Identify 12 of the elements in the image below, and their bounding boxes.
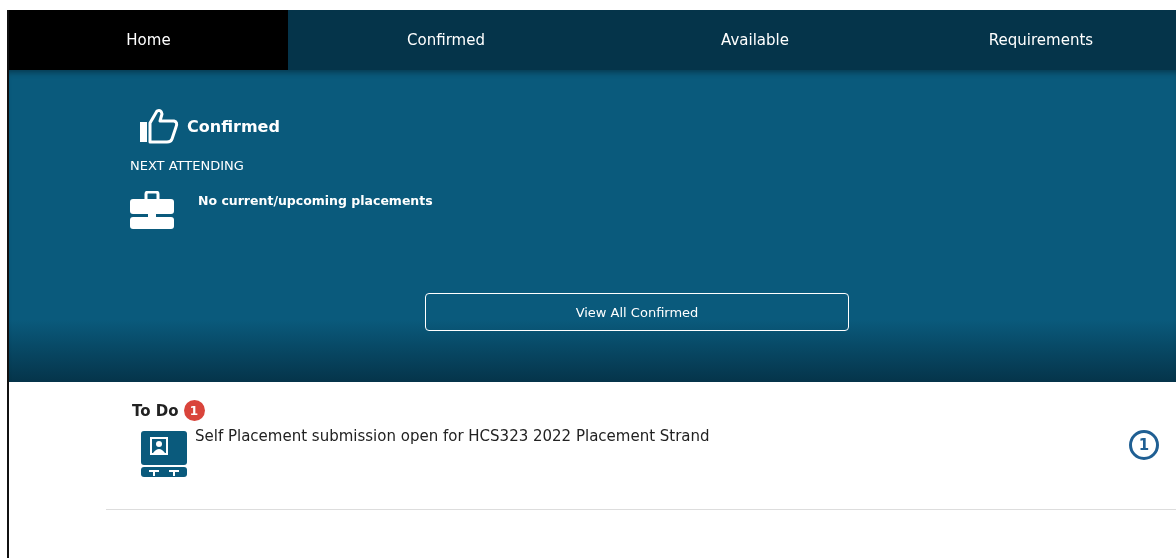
- count-badge: 1: [183, 400, 205, 421]
- todo-item-text[interactable]: Self Placement submission open for HCS323 2022 Placement Strand: [195, 427, 1121, 445]
- view-all-button[interactable]: View All Confirmed: [425, 293, 849, 331]
- section-subtitle: NEXT ATTENDING: [130, 158, 245, 173]
- count-circle: 1: [1129, 430, 1159, 460]
- thumbs-up-icon: [139, 108, 179, 144]
- todo-title: To Do: [132, 401, 179, 420]
- nav-tab[interactable]: Home: [9, 10, 288, 70]
- empty-message: No current/upcoming placements: [198, 193, 433, 208]
- briefcase-icon: [130, 191, 174, 229]
- id-card-icon: [141, 431, 187, 477]
- section-title: Confirmed: [187, 116, 280, 136]
